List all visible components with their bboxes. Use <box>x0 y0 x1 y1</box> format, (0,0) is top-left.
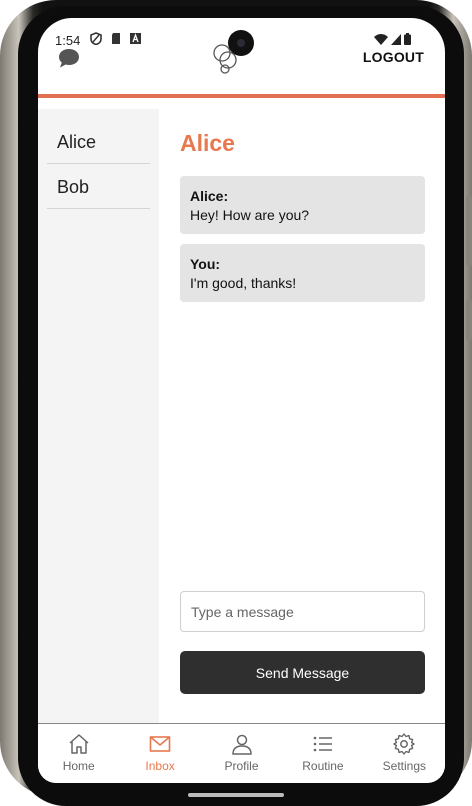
message-bubble: Alice: Hey! How are you? <box>180 176 425 234</box>
battery-icon <box>404 33 411 45</box>
shield-icon <box>90 32 102 45</box>
status-icons-right <box>374 33 411 45</box>
nav-label: Home <box>62 759 95 773</box>
chat-bubble-icon[interactable] <box>57 47 81 74</box>
signal-icon <box>391 33 401 45</box>
chat-title: Alice <box>180 130 235 156</box>
nav-item-settings[interactable]: Settings <box>364 724 445 783</box>
message-sender: Alice: <box>190 188 229 204</box>
nav-label: Settings <box>382 759 426 773</box>
power-button <box>466 300 472 340</box>
nav-item-inbox[interactable]: Inbox <box>119 724 200 783</box>
send-message-button[interactable]: Send Message <box>180 651 425 694</box>
mail-icon <box>149 736 171 752</box>
list-icon <box>313 736 332 752</box>
wifi-icon <box>374 33 388 45</box>
nav-item-routine[interactable]: Routine <box>282 724 363 783</box>
app-logo <box>209 40 243 79</box>
status-icons-left <box>90 32 141 45</box>
gear-icon <box>393 733 416 755</box>
message-sender: You: <box>190 256 221 272</box>
phone-frame: 1:54 LOGOUT Alice Bob Alice Alice: Hey! … <box>0 0 472 806</box>
message-bubble: You: I'm good, thanks! <box>180 244 425 302</box>
a-badge-icon <box>130 33 141 44</box>
nav-item-profile[interactable]: Profile <box>201 724 282 783</box>
nav-label: Routine <box>302 759 344 773</box>
header-divider <box>38 94 445 98</box>
app-screen: 1:54 LOGOUT Alice Bob Alice Alice: Hey! … <box>38 18 445 783</box>
logout-button[interactable]: LOGOUT <box>363 49 424 65</box>
person-icon <box>231 734 252 755</box>
home-icon <box>69 734 89 754</box>
nav-label: Inbox <box>145 759 175 773</box>
sim-card-icon <box>112 33 120 44</box>
contact-item-bob[interactable]: Bob <box>47 165 150 209</box>
status-time: 1:54 <box>55 33 81 48</box>
nav-item-home[interactable]: Home <box>38 724 119 783</box>
home-indicator <box>188 793 284 797</box>
volume-button <box>466 196 472 266</box>
nav-label: Profile <box>224 759 259 773</box>
message-text: I'm good, thanks! <box>190 275 297 291</box>
message-input[interactable] <box>180 591 425 632</box>
contact-item-alice[interactable]: Alice <box>47 120 150 164</box>
message-text: Hey! How are you? <box>190 207 310 223</box>
contacts-sidebar: Alice Bob <box>38 109 159 725</box>
bottom-nav: Home Inbox Profile Routine Settings <box>38 723 445 783</box>
